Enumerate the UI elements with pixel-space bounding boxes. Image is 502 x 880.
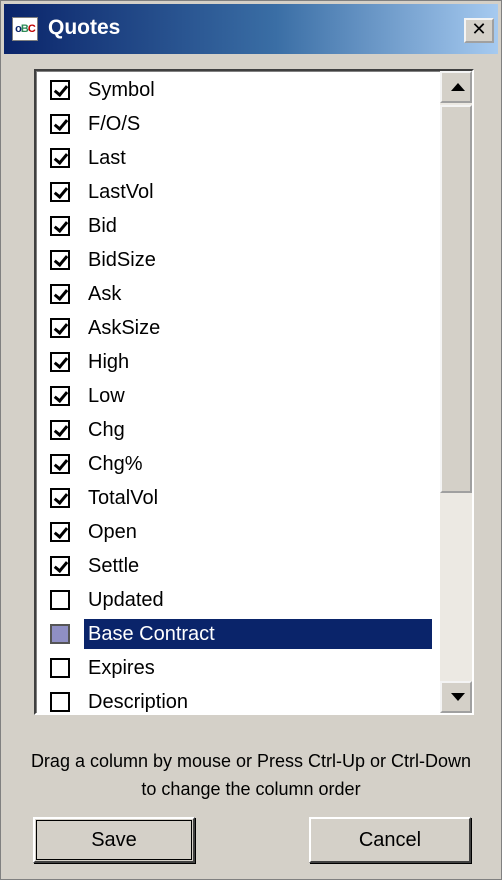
column-checkbox[interactable] bbox=[50, 624, 70, 644]
column-item[interactable]: Last bbox=[36, 142, 438, 176]
column-checkbox[interactable] bbox=[50, 80, 70, 100]
column-label: Updated bbox=[88, 589, 164, 611]
column-checkbox[interactable] bbox=[50, 216, 70, 236]
column-label: Chg% bbox=[88, 453, 143, 475]
quotes-app-icon: oBC bbox=[12, 17, 38, 41]
save-button[interactable]: Save bbox=[33, 817, 195, 863]
column-item[interactable]: Low bbox=[36, 380, 438, 414]
close-button[interactable]: ✕ bbox=[464, 18, 494, 43]
window-title: Quotes bbox=[48, 16, 121, 39]
column-item[interactable]: Bid bbox=[36, 210, 438, 244]
column-checkbox[interactable] bbox=[50, 522, 70, 542]
column-label: Ask bbox=[88, 283, 122, 305]
arrow-down-icon bbox=[451, 693, 465, 701]
column-label: Description bbox=[88, 691, 189, 713]
scroll-thumb[interactable] bbox=[440, 105, 472, 493]
column-checkbox[interactable] bbox=[50, 590, 70, 610]
column-checkbox[interactable] bbox=[50, 182, 70, 202]
column-item[interactable]: F/O/S bbox=[36, 108, 438, 142]
column-item[interactable]: Ask bbox=[36, 278, 438, 312]
column-checkbox[interactable] bbox=[50, 284, 70, 304]
column-checkbox[interactable] bbox=[50, 692, 70, 712]
column-label: Chg bbox=[88, 419, 125, 441]
column-checkbox[interactable] bbox=[50, 658, 70, 678]
column-checkbox[interactable] bbox=[50, 250, 70, 270]
column-label: TotalVol bbox=[88, 487, 159, 509]
column-label: Last bbox=[88, 147, 126, 169]
column-item[interactable]: Base Contract bbox=[36, 618, 438, 652]
column-item[interactable]: TotalVol bbox=[36, 482, 438, 516]
column-label: Base Contract bbox=[84, 619, 432, 649]
column-item[interactable]: Updated bbox=[36, 584, 438, 618]
column-label: Open bbox=[88, 521, 137, 543]
column-checkbox[interactable] bbox=[50, 488, 70, 508]
scroll-down-button[interactable] bbox=[440, 681, 472, 713]
column-label: LastVol bbox=[88, 181, 154, 203]
column-checkbox[interactable] bbox=[50, 386, 70, 406]
column-checkbox[interactable] bbox=[50, 454, 70, 474]
quotes-dialog: oBC Quotes ✕ Symbol F/O/S Last LastVol Bid Bi… bbox=[0, 0, 502, 880]
arrow-up-icon bbox=[451, 83, 465, 91]
column-item[interactable]: Symbol bbox=[36, 74, 438, 108]
help-text: Drag a column by mouse or Press Ctrl-Up … bbox=[30, 751, 472, 799]
column-item[interactable]: Chg bbox=[36, 414, 438, 448]
column-item[interactable]: LastVol bbox=[36, 176, 438, 210]
column-checkbox[interactable] bbox=[50, 148, 70, 168]
column-label: High bbox=[88, 351, 130, 373]
title-bar[interactable]: oBC Quotes ✕ bbox=[4, 4, 498, 54]
column-checkbox[interactable] bbox=[50, 556, 70, 576]
vertical-scrollbar[interactable] bbox=[440, 71, 472, 713]
column-label: BidSize bbox=[88, 249, 156, 271]
scroll-up-button[interactable] bbox=[440, 71, 472, 103]
column-item[interactable]: Open bbox=[36, 516, 438, 550]
column-item[interactable]: BidSize bbox=[36, 244, 438, 278]
column-item[interactable]: Chg% bbox=[36, 448, 438, 482]
column-label: Bid bbox=[88, 215, 117, 237]
column-checkbox[interactable] bbox=[50, 114, 70, 134]
cancel-button[interactable]: Cancel bbox=[309, 817, 471, 863]
close-icon: ✕ bbox=[471, 19, 487, 40]
column-label: AskSize bbox=[88, 317, 161, 339]
column-label: Symbol bbox=[88, 79, 155, 101]
column-checkbox[interactable] bbox=[50, 352, 70, 372]
column-label: Settle bbox=[88, 555, 140, 577]
column-item[interactable]: Settle bbox=[36, 550, 438, 584]
column-checkbox[interactable] bbox=[50, 420, 70, 440]
column-label: Expires bbox=[88, 657, 155, 679]
column-item[interactable]: Expires bbox=[36, 652, 438, 686]
column-item[interactable]: High bbox=[36, 346, 438, 380]
column-item[interactable]: AskSize bbox=[36, 312, 438, 346]
column-label: F/O/S bbox=[88, 113, 141, 135]
column-label: Low bbox=[88, 385, 125, 407]
column-item[interactable]: Description bbox=[36, 686, 438, 713]
column-list[interactable]: Symbol F/O/S Last LastVol Bid BidSize Ask AskSi… bbox=[34, 69, 474, 715]
column-checkbox[interactable] bbox=[50, 318, 70, 338]
